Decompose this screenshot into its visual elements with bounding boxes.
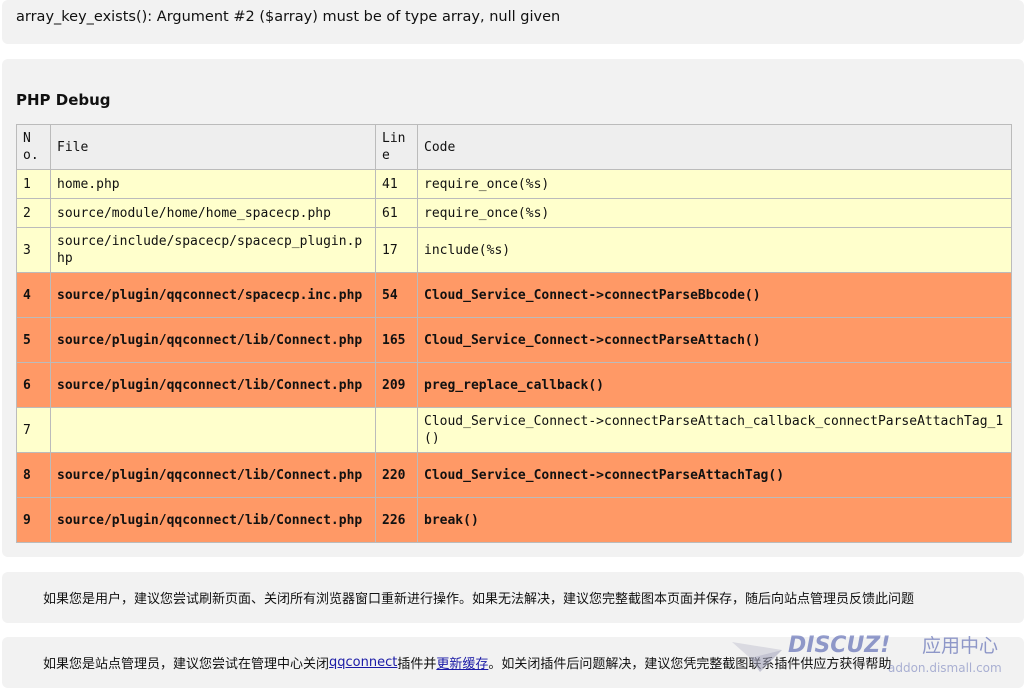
admin-hint-prefix: 如果您是站点管理员，建议您尝试在管理中心关闭: [43, 657, 330, 672]
error-message-box: array_key_exists(): Argument #2 ($array)…: [2, 0, 1024, 44]
table-row: 5 source/plugin/qqconnect/lib/Connect.php…: [16, 317, 1012, 363]
header-line: Line: [375, 124, 418, 170]
table-row: 9 source/plugin/qqconnect/lib/Connect.php…: [16, 497, 1012, 543]
watermark-cn: 应用中心: [922, 635, 998, 657]
cell-no: 4: [16, 272, 51, 318]
cell-line: 226: [375, 497, 418, 543]
cell-line: 54: [375, 272, 418, 318]
table-header-row: No. File Line Code: [16, 124, 1012, 170]
watermark-brand: DISCUZ!: [788, 633, 890, 658]
cell-code: preg_replace_callback(): [417, 362, 1012, 408]
cell-code: Cloud_Service_Connect->connectParseAttac…: [417, 317, 1012, 363]
cell-no: 8: [16, 452, 51, 498]
cell-file: source/plugin/qqconnect/lib/Connect.php: [50, 452, 376, 498]
cell-file: source/plugin/qqconnect/lib/Connect.php: [50, 497, 376, 543]
error-message: array_key_exists(): Argument #2 ($array)…: [16, 9, 561, 25]
cell-no: 1: [16, 169, 51, 199]
cell-no: 6: [16, 362, 51, 408]
cell-file: source/plugin/qqconnect/lib/Connect.php: [50, 362, 376, 408]
cell-line: 61: [375, 198, 418, 228]
cell-line: [375, 407, 418, 453]
cell-line: 41: [375, 169, 418, 199]
cell-code: require_once(%s): [417, 198, 1012, 228]
header-no: No.: [16, 124, 51, 170]
cell-code: Cloud_Service_Connect->connectParseAttac…: [417, 407, 1012, 453]
cell-file: [50, 407, 376, 453]
cell-code: Cloud_Service_Connect->connectParseAttac…: [417, 452, 1012, 498]
user-hint-box: 如果您是用户，建议您尝试刷新页面、关闭所有浏览器窗口重新进行操作。如果无法解决，…: [2, 572, 1024, 623]
cell-file: source/plugin/qqconnect/spacecp.inc.php: [50, 272, 376, 318]
cell-code: include(%s): [417, 227, 1012, 273]
cell-no: 3: [16, 227, 51, 273]
table-row: 6 source/plugin/qqconnect/lib/Connect.php…: [16, 362, 1012, 408]
table-row: 7 Cloud_Service_Connect->connectParseAtta…: [16, 407, 1012, 453]
debug-title: PHP Debug: [16, 91, 111, 109]
header-code: Code: [417, 124, 1012, 170]
cell-no: 2: [16, 198, 51, 228]
table-row: 2 source/module/home/home_spacecp.php 61 re…: [16, 198, 1012, 228]
qqconnect-link[interactable]: qqconnect: [329, 655, 397, 670]
cell-code: require_once(%s): [417, 169, 1012, 199]
cell-line: 17: [375, 227, 418, 273]
paper-plane-icon: DISCUZ! 应用中心 addon.dismall.com: [732, 633, 1002, 675]
debug-table: No. File Line Code 1 home.php 41 require_on…: [16, 124, 1012, 543]
cell-no: 7: [16, 407, 51, 453]
cell-code: Cloud_Service_Connect->connectParseBbcod…: [417, 272, 1012, 318]
cell-line: 220: [375, 452, 418, 498]
cell-file: home.php: [50, 169, 376, 199]
cell-file: source/plugin/qqconnect/lib/Connect.php: [50, 317, 376, 363]
php-debug-panel: PHP Debug No. File Line Code 1 home.php 41…: [2, 59, 1024, 557]
discuz-watermark-logo: DISCUZ! 应用中心 addon.dismall.com: [730, 628, 1020, 680]
cell-line: 165: [375, 317, 418, 363]
watermark-url: addon.dismall.com: [888, 661, 1002, 675]
cell-no: 5: [16, 317, 51, 363]
cell-file: source/include/spacecp/spacecp_plugin.ph…: [50, 227, 376, 273]
cell-code: break(): [417, 497, 1012, 543]
cell-file: source/module/home/home_spacecp.php: [50, 198, 376, 228]
table-row: 8 source/plugin/qqconnect/lib/Connect.php…: [16, 452, 1012, 498]
table-row: 4 source/plugin/qqconnect/spacecp.inc.php…: [16, 272, 1012, 318]
table-row: 1 home.php 41 require_once(%s): [16, 169, 1012, 199]
header-file: File: [50, 124, 376, 170]
update-cache-link[interactable]: 更新缓存: [436, 653, 488, 672]
user-hint-text: 如果您是用户，建议您尝试刷新页面、关闭所有浏览器窗口重新进行操作。如果无法解决，…: [43, 592, 915, 607]
cell-no: 9: [16, 497, 51, 543]
cell-line: 209: [375, 362, 418, 408]
admin-hint-middle: 插件并: [397, 657, 437, 672]
table-row: 3 source/include/spacecp/spacecp_plugin.p…: [16, 227, 1012, 273]
